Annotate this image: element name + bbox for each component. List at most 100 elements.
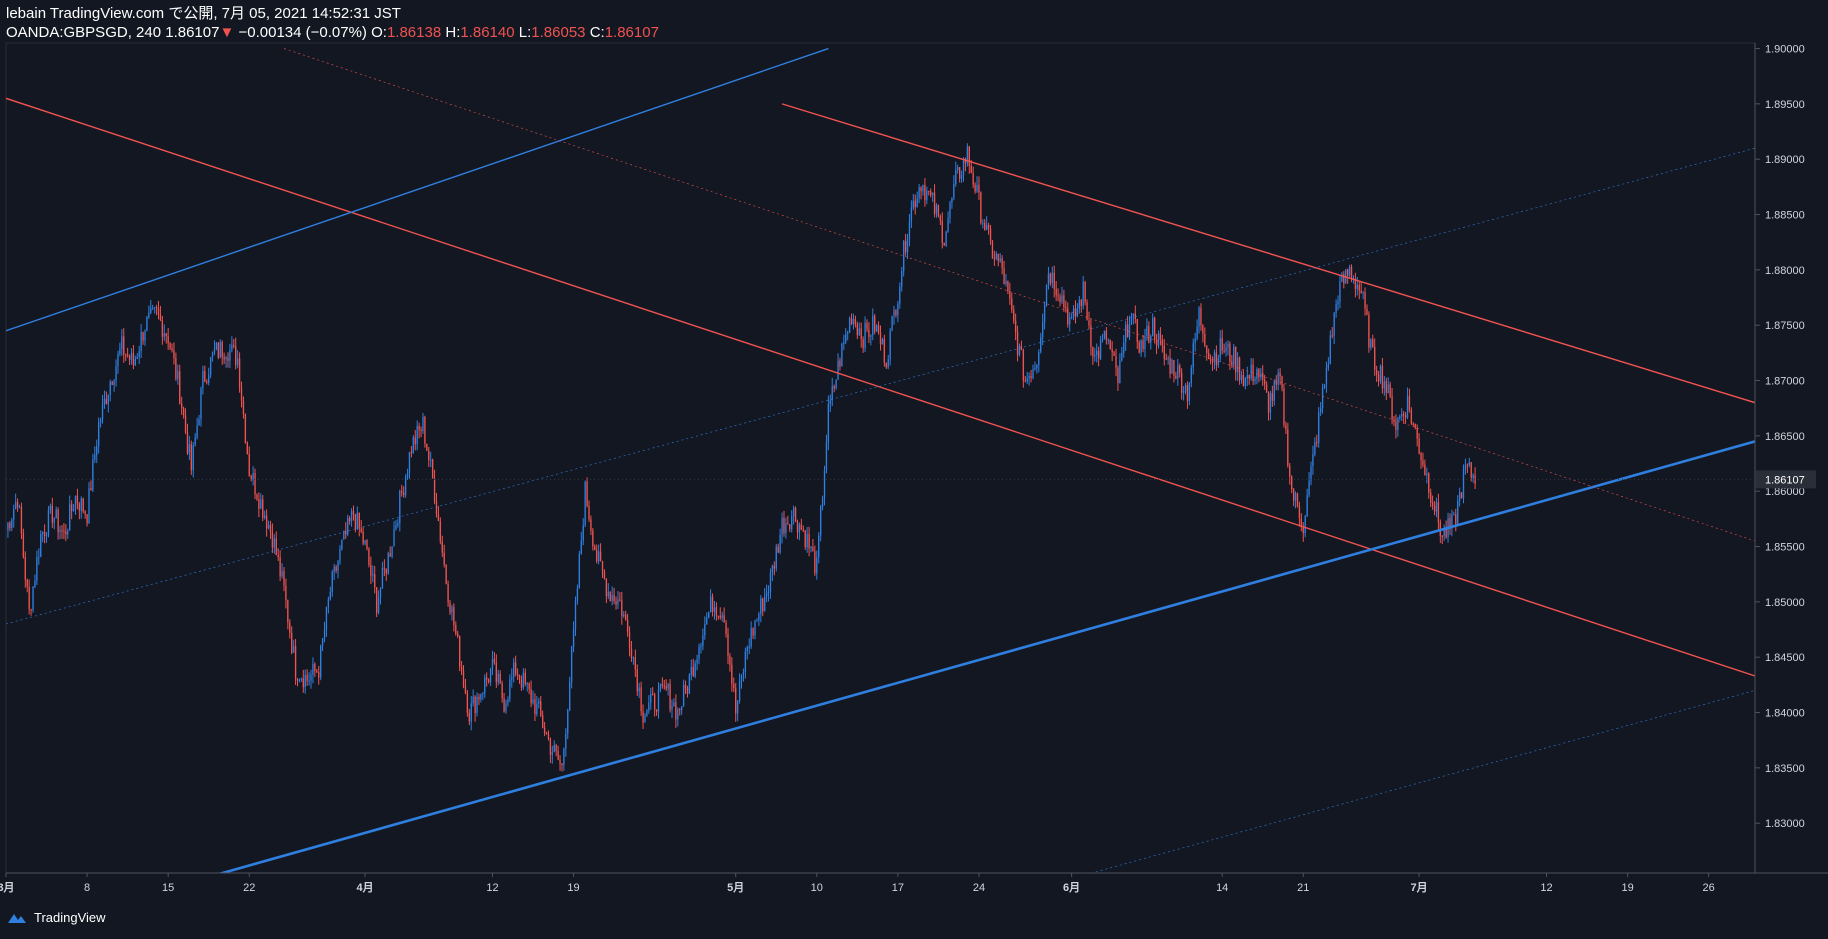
candle-body [1134,313,1136,319]
candle-body [657,689,660,712]
candle-body [1235,346,1237,373]
x-tick-label: 6月 [1063,881,1080,894]
x-tick-label: 21 [1297,882,1309,894]
candle-body [665,686,667,689]
candle-body [1381,366,1384,389]
candle-body [769,572,772,592]
candle-body [1360,290,1362,293]
candle-body [399,491,401,524]
candle-body [94,455,96,460]
candle-body [395,525,397,530]
candle-body [1310,466,1312,481]
candle-body [379,587,382,598]
candle-body [833,386,835,389]
candle-body [1248,375,1250,379]
candle-body [96,445,98,456]
candle-body [746,646,748,652]
candle-body [1128,323,1131,338]
candle-body [1061,295,1063,302]
candle-body [457,633,459,637]
price-chart[interactable]: 1.90000 1.89500 1.89000 1.88500 1.88000 1.875… [0,0,1828,939]
candle-body [686,688,689,694]
candle-body [1206,345,1208,353]
candle-body [1016,332,1019,355]
candle-body [1024,380,1026,382]
candle-body [132,352,135,366]
footer-brand[interactable]: TradingView [34,910,106,925]
tradingview-logo-icon[interactable] [6,911,28,925]
candle-body [146,316,148,331]
candle-body [215,342,218,349]
candle-body [240,387,243,401]
candle-body [368,548,370,565]
trendline [6,47,829,332]
candle-body [777,546,779,553]
candle-body [775,546,777,569]
candle-body [308,680,310,682]
candle-body [418,425,420,430]
candle-body [611,594,613,602]
candle-body [804,530,806,548]
candle-body [1308,480,1310,496]
candle-body [186,431,189,454]
candle-body [858,328,860,336]
candle-body [704,624,706,636]
candle-body [1472,475,1474,478]
candle-body [781,518,783,535]
candle-body [949,202,951,219]
candle-body [951,197,953,203]
candle-body [694,663,696,677]
candle-body [1213,352,1216,363]
candle-body [887,359,889,368]
candle-body [1072,308,1075,317]
candle-body [1163,345,1165,360]
trendlines[interactable] [6,47,1755,879]
candle-body [1200,307,1202,326]
candle-body [402,492,405,496]
candle-body [1401,414,1403,417]
candle-body [555,745,557,751]
candle-body [1184,384,1187,392]
candle-body [841,343,843,367]
candle-body [906,239,909,253]
candle-body [219,342,221,358]
candle-body [374,574,376,588]
candle-body [1404,415,1407,418]
candle-body [603,571,606,579]
candle-body [375,587,378,613]
candle-body [1262,373,1264,380]
candle-body [188,444,191,454]
candle-body [406,473,409,478]
candle-body [1312,454,1314,467]
candle-body [443,552,445,565]
candle-body [296,678,299,681]
candle-body [1040,337,1042,352]
candle-body [252,473,254,480]
candle-body [1005,280,1007,285]
candle-body [1088,320,1090,326]
candle-body [1190,367,1192,384]
candle-body [1327,364,1330,368]
candle-body [507,699,509,703]
candle-body [347,518,349,535]
candle-body [640,687,642,712]
candle-body [190,444,193,471]
candle-body [628,631,631,649]
candle-body [582,525,584,541]
candle-body [163,333,165,337]
candle-body [715,607,718,616]
candle-body [1142,340,1144,350]
candle-body [1084,282,1086,303]
candle-body [702,635,704,646]
candle-body [831,386,833,400]
candle-body [476,696,478,713]
y-tick-label: 1.90000 [1765,44,1805,56]
candle-body [588,506,590,520]
y-tick-label: 1.86500 [1765,431,1805,443]
candle-body [667,684,669,689]
candle-body [922,185,924,192]
candle-body [466,693,469,713]
candle-body [652,693,654,695]
candle-body [572,628,575,647]
candle-body [677,709,679,720]
